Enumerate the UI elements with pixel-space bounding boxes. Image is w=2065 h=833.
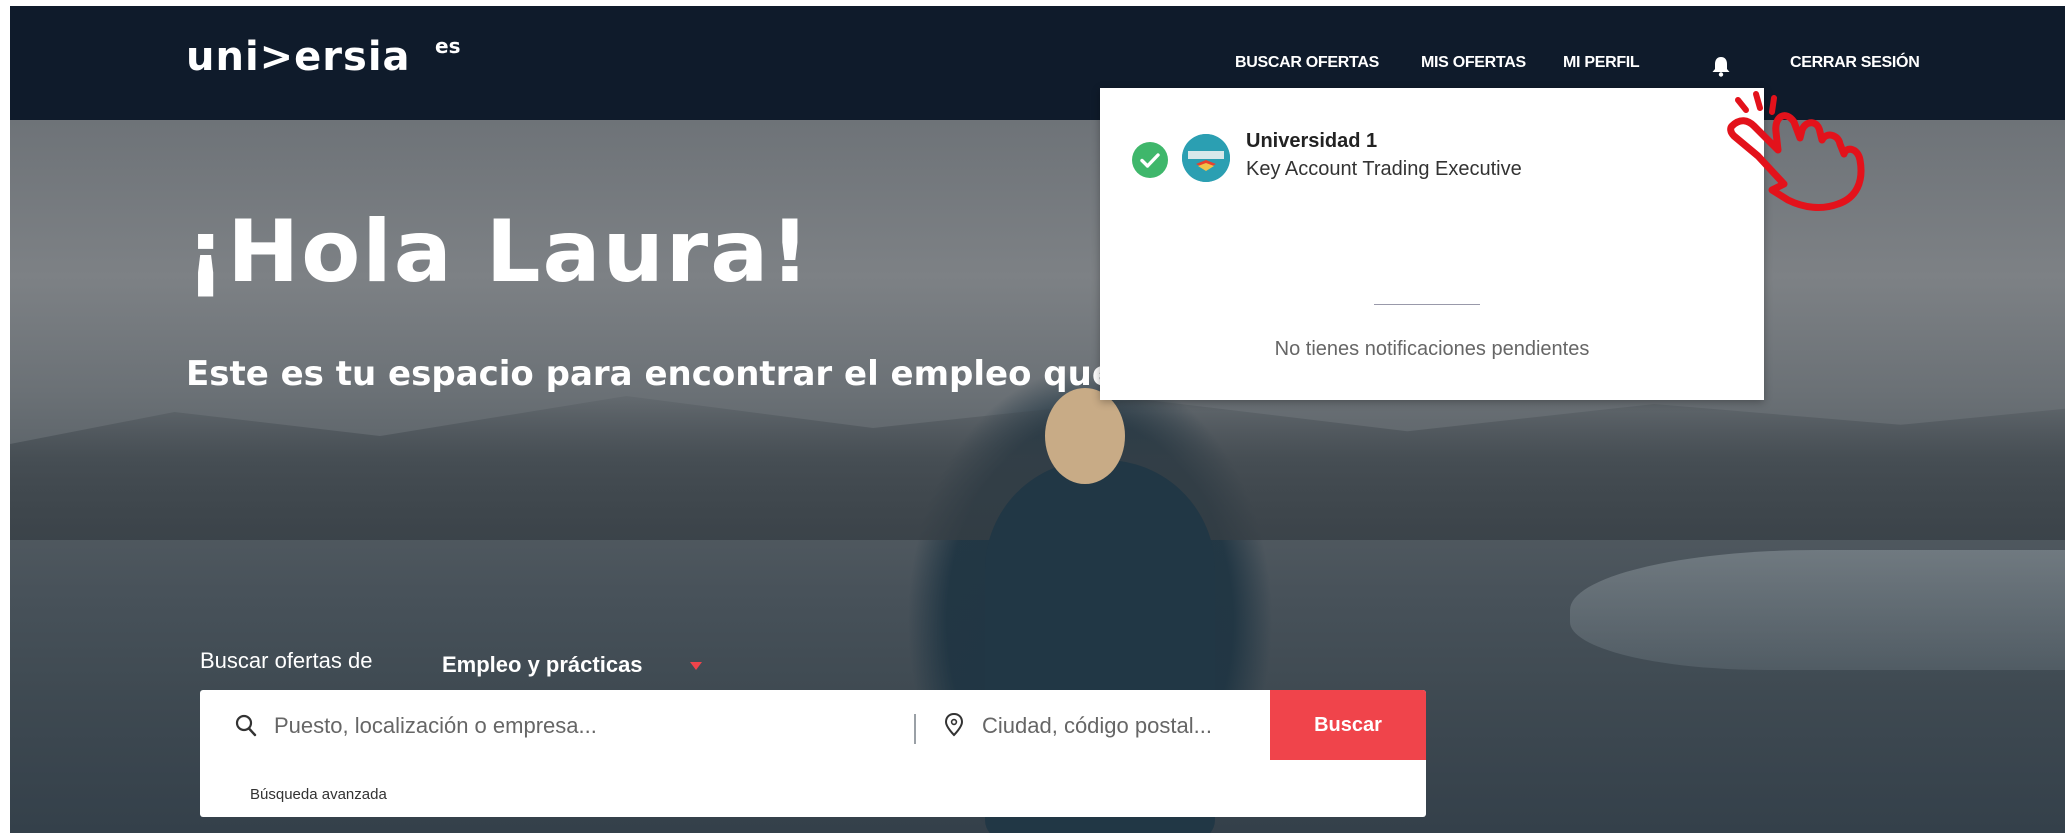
search-icon (234, 713, 258, 739)
app-window: ¡Hola Laura! Este es tu espacio para enc… (10, 6, 2065, 833)
brand-region: es (435, 34, 461, 58)
search-panel: Buscar Búsqueda avanzada (200, 690, 1426, 817)
university-avatar (1182, 134, 1230, 182)
hero-subtitle: Este es tu espacio para encontrar el emp… (186, 354, 1115, 394)
bell-icon[interactable] (1710, 54, 1732, 78)
advanced-search-link[interactable]: Búsqueda avanzada (250, 786, 387, 803)
search-divider (914, 714, 916, 744)
search-query-input[interactable] (274, 700, 874, 752)
notifications-dropdown: Universidad 1 Key Account Trading Execut… (1100, 88, 1764, 400)
caret-down-icon[interactable] (690, 662, 702, 670)
check-icon (1132, 142, 1168, 178)
notification-subtitle[interactable]: Key Account Trading Executive (1246, 158, 1522, 181)
notification-title[interactable]: Universidad 1 (1246, 130, 1377, 153)
search-mode-select[interactable]: Empleo y prácticas (442, 652, 643, 678)
pointing-hand-icon (1727, 91, 1865, 211)
nav-buscar-ofertas[interactable]: BUSCAR OFERTAS (1235, 54, 1379, 72)
brand-logo[interactable]: uni>ersia (186, 34, 411, 80)
nav-mis-ofertas[interactable]: MIS OFERTAS (1421, 54, 1526, 72)
location-pin-icon (942, 712, 966, 738)
notification-divider (1374, 304, 1480, 305)
notifications-empty-message: No tienes notificaciones pendientes (1274, 338, 1590, 360)
logout-link[interactable]: CERRAR SESIÓN (1790, 54, 1920, 72)
search-location-input[interactable] (982, 700, 1252, 752)
nav-mi-perfil[interactable]: MI PERFIL (1563, 54, 1640, 72)
greeting-heading: ¡Hola Laura! (186, 202, 812, 302)
search-label: Buscar ofertas de (200, 648, 373, 673)
hero-person-head (1045, 388, 1125, 484)
search-button[interactable]: Buscar (1270, 690, 1426, 760)
hero-background-lake (1570, 550, 2065, 670)
